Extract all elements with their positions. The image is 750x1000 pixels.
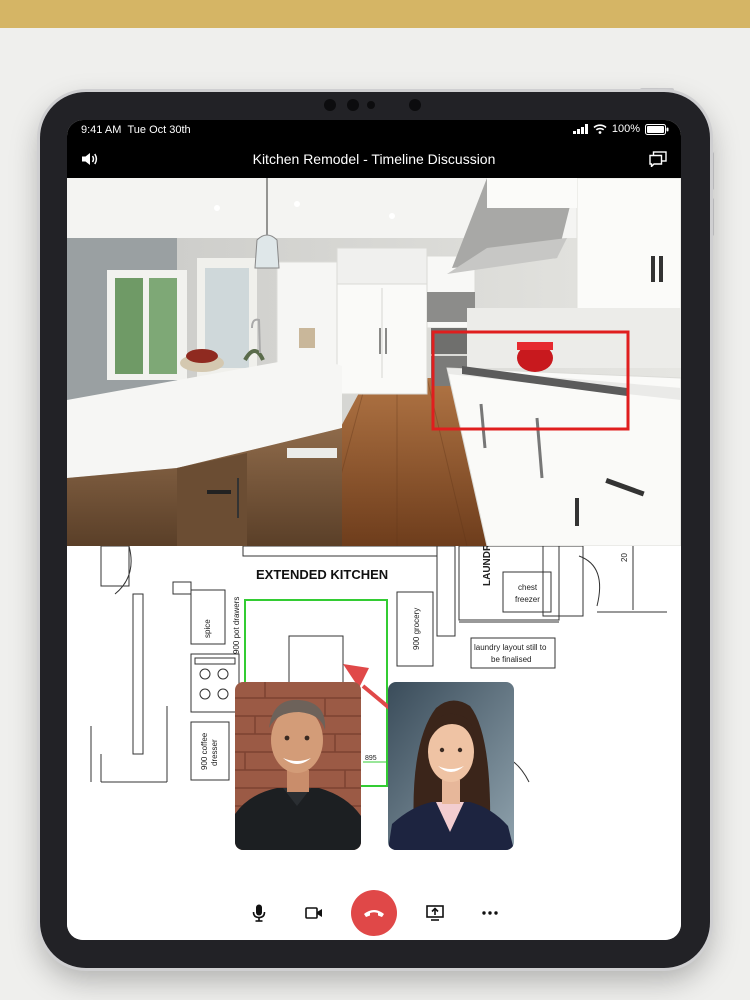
wifi-icon xyxy=(593,124,607,134)
battery-icon xyxy=(645,123,669,135)
label-laundry: LAUNDRY xyxy=(482,546,493,586)
call-title-bar: Kitchen Remodel - Timeline Discussion xyxy=(67,140,681,178)
status-clock: 9:41 AM xyxy=(81,124,122,136)
label-coffee-dresser-2: dresser xyxy=(210,739,219,766)
camera-button[interactable] xyxy=(295,894,333,932)
camera-lens xyxy=(367,101,375,109)
participant-video-man[interactable] xyxy=(235,682,361,850)
floor-plan-heading: EXTENDED KITCHEN xyxy=(256,567,388,582)
participant-man-image xyxy=(235,682,361,850)
label-grocery: 900 grocery xyxy=(412,608,421,650)
share-screen-icon xyxy=(426,905,444,921)
label-spice: spice xyxy=(203,619,212,638)
video-camera-icon xyxy=(305,907,322,919)
label-laundry-note-2: be finalised xyxy=(491,655,531,664)
more-icon xyxy=(482,911,498,915)
label-coffee-dresser: 900 coffee xyxy=(200,732,209,770)
cellular-signal-icon xyxy=(572,124,588,134)
chat-icon[interactable] xyxy=(649,151,667,167)
label-chest-freezer-2: freezer xyxy=(515,595,540,604)
label-pot-drawers: 900 pot drawers xyxy=(232,597,241,654)
tablet-volume-down-button xyxy=(710,198,714,236)
status-time: 9:41 AM Tue Oct 30th xyxy=(81,124,191,136)
status-bar: 9:41 AM Tue Oct 30th 100% xyxy=(67,120,681,140)
microphone-icon xyxy=(252,904,266,922)
label-dimension-895: 895 xyxy=(365,755,377,762)
label-chest-freezer: chest xyxy=(518,583,538,592)
shared-kitchen-photo xyxy=(67,178,681,546)
camera-sensor xyxy=(324,99,336,111)
shared-floor-plan: EXTENDED KITCHEN 900 pot drawers spice 9… xyxy=(67,546,681,886)
participant-video-woman[interactable] xyxy=(388,682,514,850)
participant-woman-image xyxy=(388,682,514,850)
label-laundry-note: laundry layout still to xyxy=(474,643,547,652)
call-controls xyxy=(67,886,681,940)
label-dimension-20: 20 xyxy=(620,553,629,562)
share-screen-button[interactable] xyxy=(416,894,454,932)
camera-sensor xyxy=(347,99,359,111)
tablet-volume-up-button xyxy=(710,152,714,190)
hang-up-icon xyxy=(364,910,384,917)
status-indicators: 100% xyxy=(572,123,669,135)
camera-sensor xyxy=(409,99,421,111)
tablet-screen: 9:41 AM Tue Oct 30th 100% Kitchen Remode… xyxy=(67,120,681,940)
top-accent-bar xyxy=(0,0,750,28)
battery-percent: 100% xyxy=(611,123,640,135)
microphone-button[interactable] xyxy=(240,894,278,932)
more-options-button[interactable] xyxy=(471,894,509,932)
end-call-button[interactable] xyxy=(351,890,397,936)
call-title: Kitchen Remodel - Timeline Discussion xyxy=(252,151,496,167)
status-date: Tue Oct 30th xyxy=(127,124,191,136)
